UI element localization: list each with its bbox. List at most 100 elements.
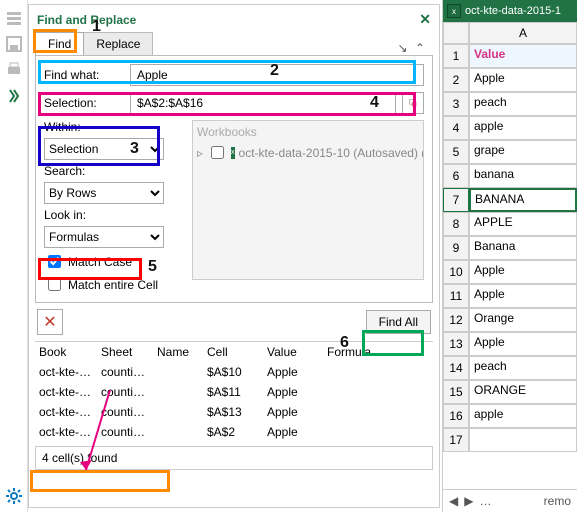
row-header[interactable]: 14 <box>443 356 469 380</box>
td-sheet: counti… <box>97 362 153 382</box>
tree-node[interactable]: ▹ x oct-kte-data-2015-10 (Autosaved) (Au <box>197 143 419 162</box>
results-table: Book Sheet Name Cell Value Formula oct-k… <box>35 341 433 442</box>
td-book: oct-kte-… <box>35 402 97 422</box>
sheet-prev-icon[interactable]: ◀ <box>449 494 458 508</box>
workbook-tree[interactable]: Workbooks ▹ x oct-kte-data-2015-10 (Auto… <box>192 120 424 280</box>
td-value: Apple <box>263 382 323 402</box>
cell[interactable]: Value <box>469 44 577 68</box>
select-all-corner[interactable] <box>443 22 469 44</box>
workbook-tab-label: oct-kte-data-2015-1 <box>465 5 561 17</box>
col-header-a[interactable]: A <box>469 22 577 44</box>
td-name <box>153 402 203 422</box>
row-header[interactable]: 12 <box>443 308 469 332</box>
tree-node-label: oct-kte-data-2015-10 (Autosaved) (Au <box>239 146 424 160</box>
th-sheet[interactable]: Sheet <box>97 342 153 362</box>
td-value: Apple <box>263 422 323 442</box>
tree-node-checkbox[interactable] <box>211 146 224 159</box>
table-row[interactable]: oct-kte-…counti…$A$13Apple <box>35 402 433 422</box>
row-selection: Selection: <box>44 92 424 114</box>
row-header[interactable]: 16 <box>443 404 469 428</box>
tab-replace[interactable]: Replace <box>83 32 153 55</box>
excel-file-icon: x <box>231 147 235 159</box>
match-entire-checkbox[interactable]: Match entire Cell <box>44 275 184 294</box>
selection-label: Selection: <box>44 96 124 110</box>
row-header[interactable]: 10 <box>443 260 469 284</box>
cell[interactable]: banana <box>469 164 577 188</box>
row-header[interactable]: 13 <box>443 332 469 356</box>
th-cell[interactable]: Cell <box>203 342 263 362</box>
left-tool-strip <box>0 0 28 512</box>
sheet-next-icon[interactable]: ▶ <box>464 494 473 508</box>
th-book[interactable]: Book <box>35 342 97 362</box>
row-header[interactable]: 17 <box>443 428 469 452</box>
cell[interactable]: BANANA <box>469 188 577 212</box>
search-select[interactable]: By Rows <box>44 182 164 204</box>
cell[interactable]: peach <box>469 92 577 116</box>
cell[interactable]: Apple <box>469 332 577 356</box>
cell[interactable]: apple <box>469 116 577 140</box>
td-cell: $A$13 <box>203 402 263 422</box>
cell[interactable]: APPLE <box>469 212 577 236</box>
close-icon[interactable]: ✕ <box>419 11 431 28</box>
cell[interactable] <box>469 428 577 452</box>
cell[interactable]: Orange <box>469 308 577 332</box>
row-header[interactable]: 6 <box>443 164 469 188</box>
collapse-toggles[interactable]: ↘ ⌃ <box>398 41 433 55</box>
workbook-tab[interactable]: x oct-kte-data-2015-1 <box>443 0 577 22</box>
td-sheet: counti… <box>97 402 153 422</box>
tab-find[interactable]: Find <box>35 32 84 55</box>
row-header[interactable]: 9 <box>443 236 469 260</box>
settings-icon[interactable] <box>6 488 22 504</box>
row-header[interactable]: 11 <box>443 284 469 308</box>
sheet-label[interactable]: remo <box>544 494 571 508</box>
td-cell: $A$10 <box>203 362 263 382</box>
find-icon[interactable] <box>6 88 22 104</box>
match-case-input[interactable] <box>48 255 61 268</box>
selection-input[interactable] <box>130 92 396 114</box>
table-row[interactable]: oct-kte-…counti…$A$10Apple <box>35 362 433 382</box>
table-row[interactable]: oct-kte-…counti…$A$2Apple <box>35 422 433 442</box>
td-cell: $A$11 <box>203 382 263 402</box>
table-row[interactable]: oct-kte-…counti…$A$11Apple <box>35 382 433 402</box>
delete-button[interactable]: ✕ <box>37 309 63 335</box>
find-what-input[interactable] <box>130 64 424 86</box>
td-sheet: counti… <box>97 422 153 442</box>
cell[interactable]: ORANGE <box>469 380 577 404</box>
range-picker-button[interactable] <box>402 92 424 114</box>
grid[interactable]: A 1Value2Apple3peach4apple5grape6banana7… <box>443 22 577 489</box>
nav-icon[interactable] <box>6 10 22 26</box>
cell[interactable]: Apple <box>469 68 577 92</box>
cell[interactable]: Banana <box>469 236 577 260</box>
td-book: oct-kte-… <box>35 362 97 382</box>
excel-icon: x <box>447 4 461 18</box>
row-header[interactable]: 8 <box>443 212 469 236</box>
sheet-more[interactable]: … <box>479 494 491 508</box>
cell[interactable]: grape <box>469 140 577 164</box>
row-header[interactable]: 2 <box>443 68 469 92</box>
options-column: Within: Selection Search: By Rows Look i… <box>44 120 184 294</box>
cell[interactable]: apple <box>469 404 577 428</box>
row-header[interactable]: 7 <box>443 188 469 212</box>
cell[interactable]: Apple <box>469 284 577 308</box>
save-icon[interactable] <box>6 36 22 52</box>
spreadsheet-area: x oct-kte-data-2015-1 A 1Value2Apple3pea… <box>442 0 577 512</box>
lookin-label: Look in: <box>44 208 184 222</box>
print-icon[interactable] <box>6 62 22 78</box>
tree-expand-icon[interactable]: ▹ <box>197 146 203 160</box>
pane-title-bar: Find and Replace ✕ <box>29 5 439 32</box>
th-name[interactable]: Name <box>153 342 203 362</box>
row-header[interactable]: 4 <box>443 116 469 140</box>
th-value[interactable]: Value <box>263 342 323 362</box>
lookin-select[interactable]: Formulas <box>44 226 164 248</box>
row-header[interactable]: 1 <box>443 44 469 68</box>
find-all-button[interactable]: Find All <box>366 310 431 334</box>
match-case-checkbox[interactable]: Match Case <box>44 252 184 271</box>
within-select[interactable]: Selection <box>44 138 164 160</box>
row-header[interactable]: 3 <box>443 92 469 116</box>
cell[interactable]: Apple <box>469 260 577 284</box>
row-header[interactable]: 5 <box>443 140 469 164</box>
match-entire-input[interactable] <box>48 278 61 291</box>
th-formula[interactable]: Formula <box>323 342 433 362</box>
cell[interactable]: peach <box>469 356 577 380</box>
row-header[interactable]: 15 <box>443 380 469 404</box>
